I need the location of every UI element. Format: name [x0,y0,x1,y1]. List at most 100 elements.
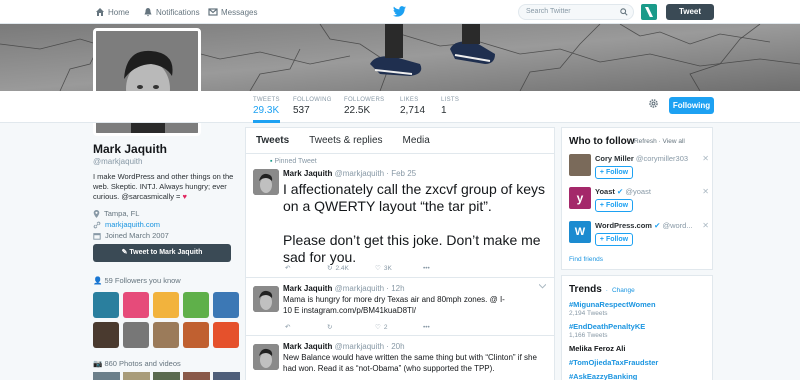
suggestion-handle: @corymiller303 [635,154,689,163]
photos-videos-link[interactable]: 📷 860 Photos and videos [93,359,181,368]
tweet-time[interactable]: 12h [391,284,404,293]
follow-button[interactable]: + Follow [595,233,633,246]
follower-avatar[interactable] [213,322,239,348]
follower-avatar[interactable] [93,292,119,318]
suggestion-name[interactable]: Yoast ✔ @yoast [595,187,651,196]
tweet-to-button[interactable]: ✎ Tweet to Mark Jaquith [93,244,231,262]
tab-media[interactable]: Media [403,135,430,146]
trend-item[interactable]: #MigunaRespectWomen 2,194 Tweets [569,300,705,317]
dismiss-icon[interactable]: ✕ [702,221,709,230]
like-count: 3K [383,264,392,272]
follower-avatar[interactable] [123,292,149,318]
chevron-down-icon[interactable] [539,284,546,289]
follower-avatar[interactable] [183,322,209,348]
tweet-author-name[interactable]: Mark Jaquith [283,169,332,178]
tweet-time[interactable]: 20h [391,342,404,351]
compose-tweet-button[interactable]: Tweet [666,4,714,20]
tweet-actions: ↶ ↻ ♡ 2 ••• [285,323,430,332]
follower-avatar[interactable] [153,322,179,348]
photo-thumbnail[interactable] [213,372,240,380]
retweet-action[interactable]: ↻ 2.4K [327,264,375,273]
reply-icon[interactable]: ↶ [285,323,327,331]
stat-tweets[interactable]: TWEETS 29.3K [253,97,280,123]
profile-handle[interactable]: @markjaquith [93,157,243,166]
stat-likes[interactable]: LIKES 2,714 [400,97,425,116]
stat-following[interactable]: FOLLOWING 537 [293,97,332,116]
trend-item[interactable]: Melika Feroz Ali [569,344,705,353]
find-friends-link[interactable]: Find friends [569,256,603,263]
tweet[interactable]: Mark Jaquith @markjaquith · 20h New Bala… [246,336,554,380]
profile-website-link[interactable]: markjaquith.com [105,219,160,230]
tweet-avatar[interactable] [253,344,279,370]
trend-item[interactable]: #AskEazzyBanking [569,372,705,380]
suggestion-avatar[interactable]: y [569,187,591,209]
photo-thumbnail[interactable] [183,372,210,380]
pinned-tweet[interactable]: ▪ Pinned Tweet Mark Jaquith @markjaquith… [246,154,554,278]
profile-bio-text: I make WordPress and other things on the… [93,172,234,201]
stat-lists[interactable]: LISTS 1 [441,97,459,116]
tweet-avatar[interactable] [253,169,279,195]
photo-thumbnail[interactable] [123,372,150,380]
nav-messages-label: Messages [221,7,258,17]
stat-likes-value: 2,714 [400,105,426,116]
more-icon[interactable]: ••• [423,324,430,331]
view-all-link[interactable]: View all [663,138,685,145]
photo-thumbnail[interactable] [93,372,120,380]
tweet-author-name[interactable]: Mark Jaquith [283,284,332,293]
retweet-action[interactable]: ↻ [327,323,375,331]
stat-followers[interactable]: FOLLOWERS 22.5K [344,97,384,116]
tweet-avatar[interactable] [253,286,279,312]
trend-name: #AskEazzyBanking [569,372,638,380]
suggestion-avatar[interactable]: W [569,221,591,243]
nav-home[interactable]: Home [95,7,129,17]
suggestion-name[interactable]: WordPress.com ✔ @word... [595,221,693,230]
who-to-follow: Who to follow · Refresh · View all Cory … [561,127,713,270]
tweet-separator: · [386,169,389,178]
tweet-author-handle[interactable]: @markjaquith [335,284,384,293]
like-action[interactable]: ♡ 2 [375,323,423,332]
followers-you-know[interactable]: 👤 59 Followers you know [93,276,181,285]
nav-notifications[interactable]: Notifications [143,7,200,17]
trend-count: 2,194 Tweets [569,310,608,317]
dismiss-icon[interactable]: ✕ [702,154,709,163]
verified-badge-icon: ✔ [654,221,661,230]
refresh-link[interactable]: Refresh [634,138,657,145]
follow-button[interactable]: + Follow [595,199,633,212]
trend-item[interactable]: #TomOjiedaTaxFraudster [569,358,705,367]
following-button[interactable]: Following [669,97,714,114]
dismiss-icon[interactable]: ✕ [702,187,709,196]
top-navigation-bar: Home Notifications Messages Search Twitt… [0,0,800,24]
more-icon[interactable]: ••• [423,265,430,272]
follower-avatar[interactable] [183,292,209,318]
reply-icon[interactable]: ↶ [285,264,327,272]
who-to-follow-separator: · [658,138,661,145]
tab-tweets[interactable]: Tweets [256,135,289,146]
suggestion-avatar[interactable] [569,154,591,176]
trend-item[interactable]: #EndDeathPenaltyKE 1,166 Tweets [569,322,705,339]
account-avatar[interactable] [641,4,657,20]
follower-avatar[interactable] [93,322,119,348]
search-input[interactable]: Search Twitter [518,4,634,20]
stat-likes-label: LIKES [400,97,419,103]
tweet-time[interactable]: Feb 25 [391,169,416,178]
trends-header: Trends · Change [569,284,705,295]
follower-avatar[interactable] [123,322,149,348]
follower-avatar[interactable] [213,292,239,318]
profile-name: Mark Jaquith [93,142,168,156]
trends-change-link[interactable]: Change [612,287,635,294]
photo-thumbnail[interactable] [153,372,180,380]
gear-icon[interactable] [648,98,659,109]
search-icon[interactable] [620,8,628,16]
tweet-author-name[interactable]: Mark Jaquith [283,342,332,351]
like-action[interactable]: ♡ 3K [375,264,423,273]
follow-button[interactable]: + Follow [595,166,633,179]
tweet-author-handle[interactable]: @markjaquith [335,342,384,351]
suggestion-name[interactable]: Cory Miller @corymiller303 [595,154,688,163]
tweet-author-handle[interactable]: @markjaquith [335,169,384,178]
nav-messages[interactable]: Messages [208,7,257,17]
twitter-bird-icon[interactable] [393,6,406,17]
tweet[interactable]: Mark Jaquith @markjaquith · 12h Mama is … [246,278,554,336]
pinned-label-row: ▪ Pinned Tweet [270,158,317,165]
follower-avatar[interactable] [153,292,179,318]
tab-tweets-replies[interactable]: Tweets & replies [309,135,382,146]
